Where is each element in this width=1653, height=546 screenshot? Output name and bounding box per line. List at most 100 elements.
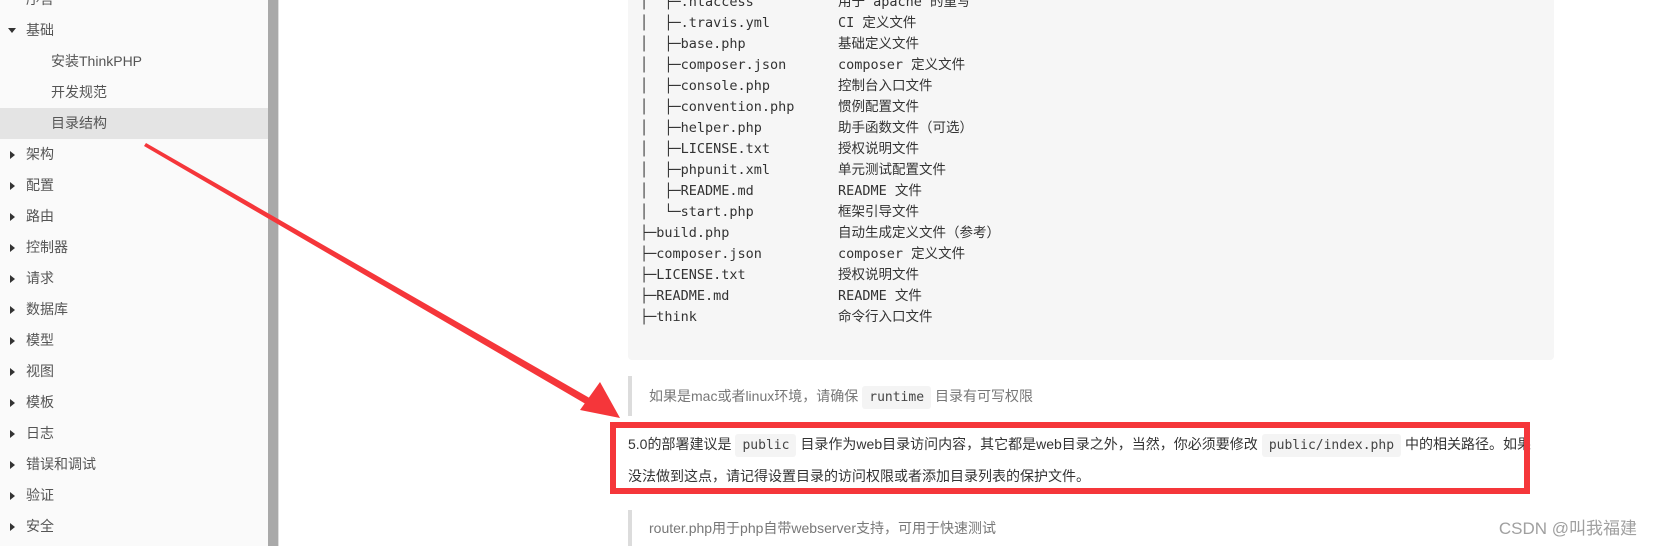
sidebar-item-label: 控制器 <box>26 239 68 255</box>
sidebar-item-label: 目录结构 <box>51 115 107 131</box>
caret-right-icon[interactable] <box>7 480 17 511</box>
sidebar-item-label: 错误和调试 <box>26 456 96 472</box>
deploy-paragraph: 5.0的部署建议是 public 目录作为web目录访问内容，其它都是web目录之外… <box>628 429 1536 492</box>
sidebar-item[interactable]: 安全 <box>0 511 268 542</box>
tree-file-name: │ ├─composer.json <box>640 57 787 73</box>
arrow-head <box>580 382 620 418</box>
sidebar-nav: 序言基础安装ThinkPHP 开发规范目录结构架构配置路由控制器请求数据库模型视图… <box>0 0 268 546</box>
tree-file-description: README 文件 <box>838 183 922 199</box>
tree-file-name: │ ├─LICENSE.txt <box>640 141 771 157</box>
tree-file-name: │ ├─.travis.yml <box>640 15 771 31</box>
tree-row: ├─README.md README 文件 <box>640 286 1000 307</box>
tree-file-name: ├─build.php <box>640 225 730 241</box>
sidebar-item[interactable]: 目录结构 <box>0 108 268 139</box>
tree-row: │ ├─.travis.yml CI 定义文件 <box>640 13 1000 34</box>
tree-file-description: composer 定义文件 <box>838 57 966 73</box>
tree-row: ├─build.php 自动生成定义文件（参考） <box>640 223 1000 244</box>
tree-row: │ ├─base.php 基础定义文件 <box>640 34 1000 55</box>
sidebar-item[interactable]: 路由 <box>0 201 268 232</box>
tree-file-name: │ ├─convention.php <box>640 99 795 115</box>
caret-right-icon[interactable] <box>7 387 17 418</box>
sidebar-item[interactable]: 模板 <box>0 387 268 418</box>
sidebar-divider <box>278 0 279 546</box>
tree-file-description: README 文件 <box>838 288 922 304</box>
sidebar-item[interactable]: 安装ThinkPHP <box>0 46 268 77</box>
sidebar-item-label: 序言 <box>26 0 54 7</box>
sidebar-item[interactable]: 序言 <box>0 0 268 15</box>
paragraph-text: 目录作为web目录访问内容，其它都是web目录之外，当然，你必须要修改 <box>800 436 1258 452</box>
tree-row: │ └─start.php 框架引导文件 <box>640 202 1000 223</box>
caret-right-icon[interactable] <box>7 139 17 170</box>
tree-file-name: │ ├─helper.php <box>640 120 762 136</box>
tree-file-description: CI 定义文件 <box>838 15 917 31</box>
caret-right-icon[interactable] <box>7 232 17 263</box>
sidebar-item-label: 模型 <box>26 332 54 348</box>
caret-right-icon[interactable] <box>7 170 17 201</box>
tree-file-name: │ ├─README.md <box>640 183 754 199</box>
tree-file-name: │ ├─console.php <box>640 78 771 94</box>
tree-row: ├─composer.json composer 定义文件 <box>640 244 1000 265</box>
tree-file-description: 框架引导文件 <box>838 204 919 220</box>
sidebar-item[interactable]: 模型 <box>0 325 268 356</box>
sidebar-item-label: 视图 <box>26 363 54 379</box>
sidebar-item[interactable]: 验证 <box>0 480 268 511</box>
tree-file-name: ├─think <box>640 309 697 325</box>
sidebar-scrollbar[interactable] <box>268 0 278 546</box>
sidebar-item-label: 安装ThinkPHP <box>51 53 143 69</box>
sidebar-item[interactable]: 请求 <box>0 263 268 294</box>
caret-right-icon[interactable] <box>7 418 17 449</box>
nav-list: 序言基础安装ThinkPHP 开发规范目录结构架构配置路由控制器请求数据库模型视图… <box>0 0 268 542</box>
sidebar-item[interactable]: 错误和调试 <box>0 449 268 480</box>
sidebar-item-label: 验证 <box>26 487 54 503</box>
directory-tree: │ ├─.htaccess 用于 apache 的重写 │ ├─.travis.ym… <box>640 0 1000 328</box>
note-text: router.php用于php自带webserver支持，可用于快速测试 <box>649 520 996 536</box>
sidebar-item[interactable]: 控制器 <box>0 232 268 263</box>
watermark: CSDN @叫我福建 <box>1498 519 1637 538</box>
tree-row: ├─LICENSE.txt 授权说明文件 <box>640 265 1000 286</box>
caret-right-icon[interactable] <box>7 511 17 542</box>
sidebar-item[interactable]: 日志 <box>0 418 268 449</box>
sidebar-item-label: 架构 <box>26 146 54 162</box>
caret-right-icon[interactable] <box>7 263 17 294</box>
sidebar-item-label: 安全 <box>26 518 54 534</box>
sidebar-item[interactable]: 基础 <box>0 15 268 46</box>
caret-right-icon[interactable] <box>7 294 17 325</box>
note-text: 如果是mac或者linux环境，请确保 <box>649 388 859 404</box>
sidebar-item[interactable]: 配置 <box>0 170 268 201</box>
tree-file-name: ├─README.md <box>640 288 730 304</box>
tree-row: │ ├─composer.json composer 定义文件 <box>640 55 1000 76</box>
tree-file-name: │ ├─phpunit.xml <box>640 162 771 178</box>
tree-file-description: 授权说明文件 <box>838 267 919 283</box>
caret-right-icon[interactable] <box>7 449 17 480</box>
tree-file-description: 基础定义文件 <box>838 36 919 52</box>
sidebar-item[interactable]: 数据库 <box>0 294 268 325</box>
blockquote-mac-linux: 如果是mac或者linux环境，请确保 runtime 目录有可写权限 <box>628 376 1528 416</box>
tree-file-name: │ ├─base.php <box>640 36 746 52</box>
blockquote-router: router.php用于php自带webserver支持，可用于快速测试 <box>628 510 1528 546</box>
tree-file-description: 助手函数文件（可选） <box>838 120 973 136</box>
note-text: 目录有可写权限 <box>935 388 1034 404</box>
paragraph-text: 5.0的部署建议是 <box>628 436 732 452</box>
tree-file-description: 自动生成定义文件（参考） <box>838 225 1000 241</box>
caret-right-icon[interactable] <box>7 325 17 356</box>
caret-right-icon[interactable] <box>7 201 17 232</box>
inline-code-runtime: runtime <box>862 386 932 409</box>
tree-row: ├─think 命令行入口文件 <box>640 307 1000 328</box>
tree-file-description: composer 定义文件 <box>838 246 966 262</box>
caret-right-icon[interactable] <box>7 356 17 387</box>
tree-file-name: │ ├─.htaccess <box>640 0 754 10</box>
caret-down-icon[interactable] <box>7 15 17 46</box>
tree-file-description: 单元测试配置文件 <box>838 162 946 178</box>
tree-file-description: 授权说明文件 <box>838 141 919 157</box>
tree-file-description: 惯例配置文件 <box>838 99 919 115</box>
sidebar-item-label: 日志 <box>26 425 54 441</box>
sidebar-item[interactable]: 视图 <box>0 356 268 387</box>
sidebar-item[interactable]: 架构 <box>0 139 268 170</box>
tree-row: │ ├─README.md README 文件 <box>640 181 1000 202</box>
sidebar-item-label: 基础 <box>26 22 54 38</box>
sidebar-item[interactable]: 开发规范 <box>0 77 268 108</box>
inline-code-index-php: public/index.php <box>1261 434 1402 457</box>
tree-file-description: 控制台入口文件 <box>838 78 933 94</box>
tree-file-name: ├─composer.json <box>640 246 762 262</box>
sidebar-item-label: 路由 <box>26 208 54 224</box>
